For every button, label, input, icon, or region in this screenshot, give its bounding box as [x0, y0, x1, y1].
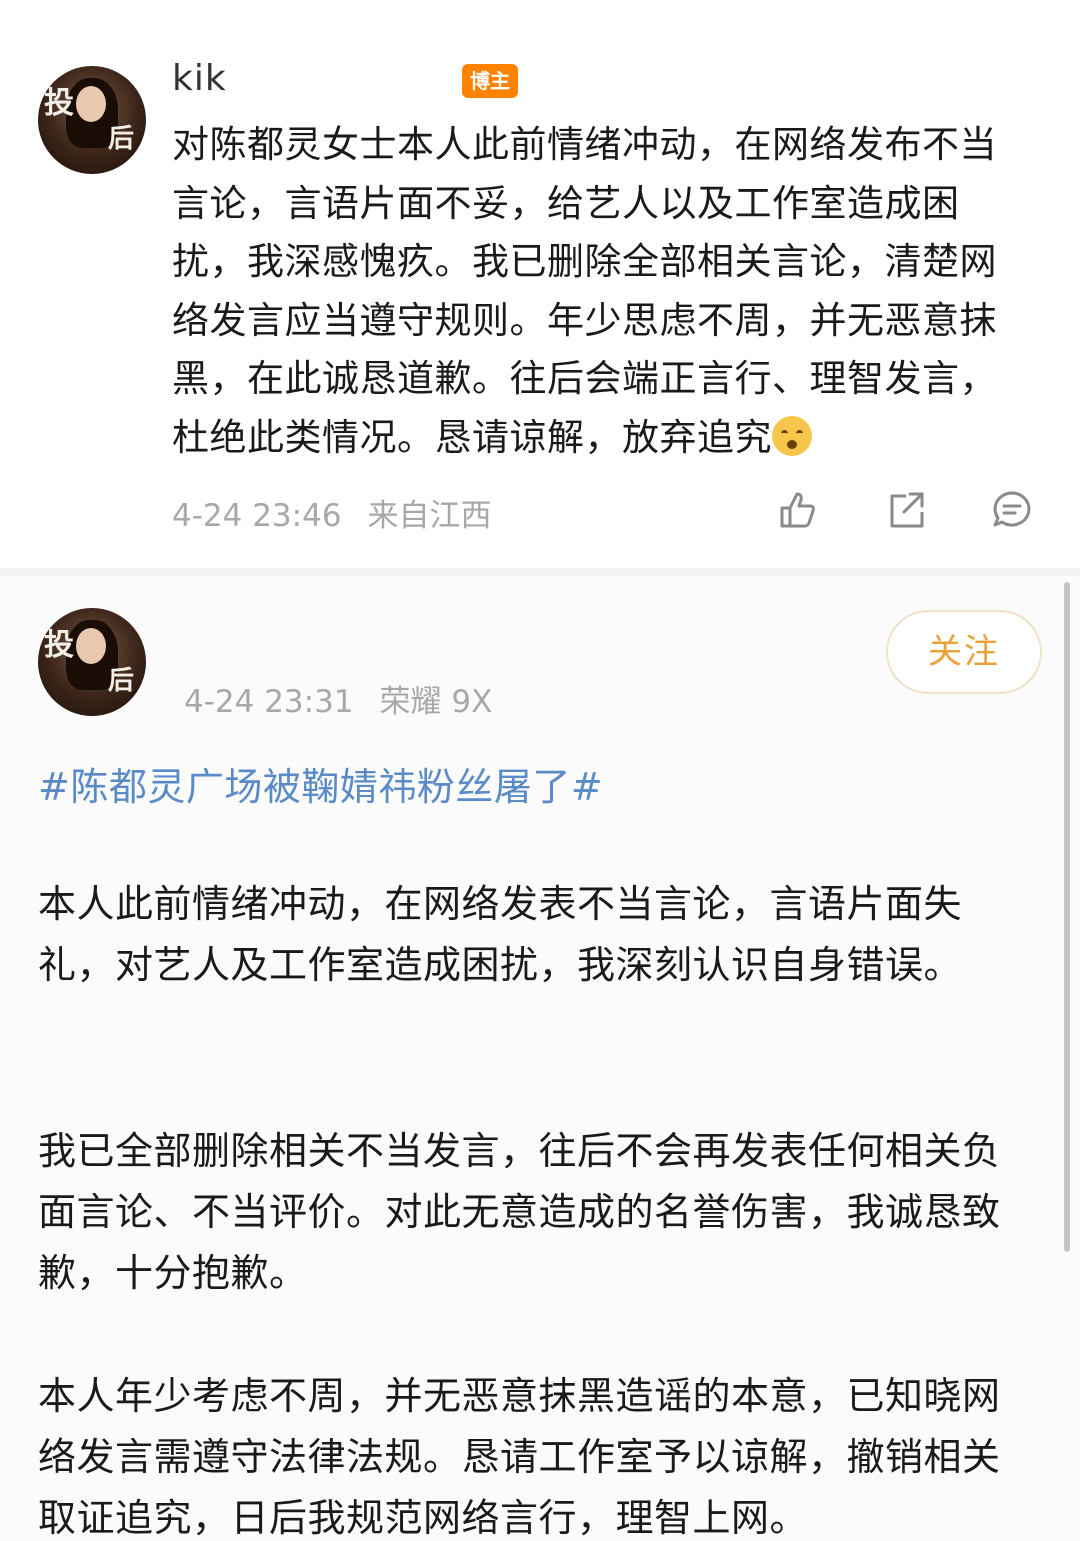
divider — [0, 568, 1080, 576]
post-source: 荣耀 9X — [379, 684, 493, 720]
post-meta: 4-24 23:46 来自江西 — [172, 490, 492, 535]
share-icon[interactable] — [884, 488, 928, 532]
post-time: 4-24 23:46 — [172, 498, 342, 534]
post-body: 对陈都灵女士本人此前情绪冲动，在网络发布不当言论，言语片面不妥，给艺人以及工作室… — [172, 123, 997, 459]
follow-button[interactable]: 关注 — [886, 610, 1042, 694]
like-icon[interactable] — [776, 488, 820, 532]
post-source: 来自江西 — [367, 498, 492, 534]
scrollbar[interactable] — [1064, 582, 1070, 1252]
post-meta: 4-24 23:31 荣耀 9X — [184, 676, 492, 721]
post-paragraph: 我已全部删除相关不当发言，往后不会再发表任何相关负面言论、不当评价。对此无意造成… — [38, 1129, 1001, 1295]
post-time: 4-24 23:31 — [184, 684, 354, 720]
post-paragraph: 本人此前情绪冲动，在网络发表不当言论，言语片面失礼，对艺人及工作室造成困扰，我深… — [38, 882, 963, 987]
crying-emoji-icon — [772, 415, 812, 456]
topic-hashtag[interactable]: #陈都灵广场被鞠婧祎粉丝屠了# — [38, 756, 603, 811]
redacted-username[interactable] — [184, 618, 484, 658]
post-paragraph: 本人年少考虑不周，并无恶意抹黑造谣的本意，已知晓网络发言需遵守法律法规。恳请工作… — [38, 1374, 1001, 1540]
redacted-username — [226, 62, 456, 98]
comment-icon[interactable] — [990, 488, 1034, 532]
blogger-badge: 博主 — [462, 64, 518, 98]
avatar[interactable]: 投 后 — [38, 66, 146, 174]
username[interactable]: kik — [172, 58, 227, 99]
avatar[interactable]: 投 后 — [38, 608, 146, 716]
weibo-post-1: 投 后 kik 博主 对陈都灵女士本人此前情绪冲动，在网络发布不当言论，言语片面… — [0, 0, 1080, 568]
